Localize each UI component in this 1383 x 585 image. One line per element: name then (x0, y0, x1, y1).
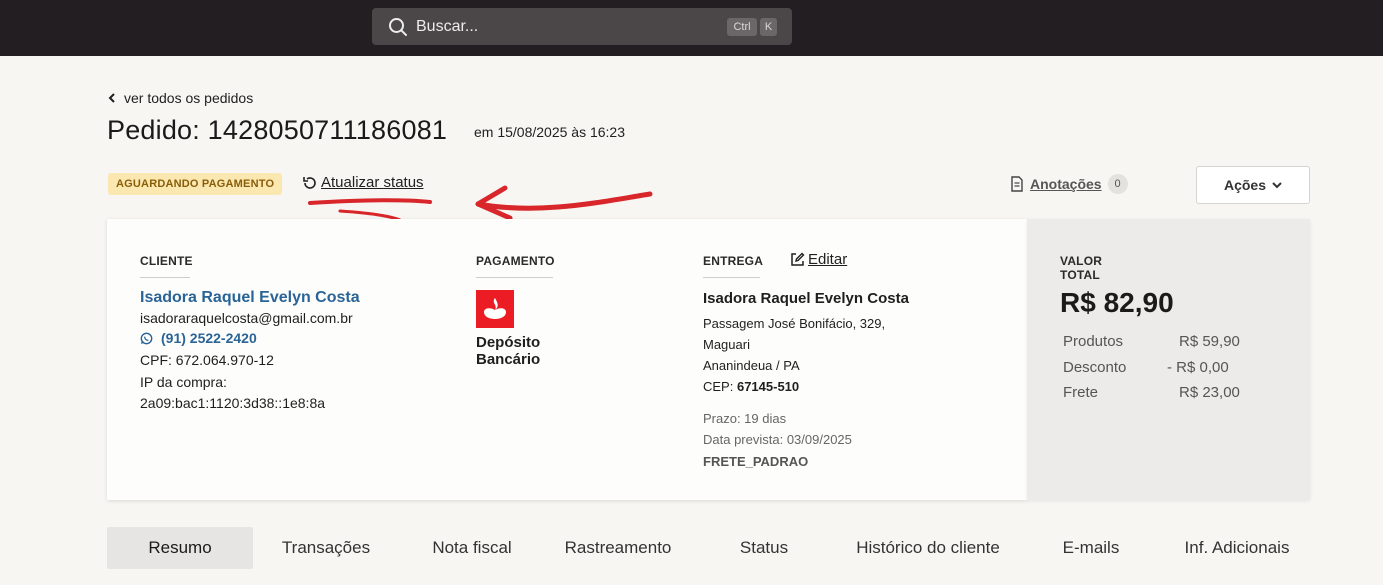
delivery-heading: ENTREGA (703, 254, 763, 278)
actions-dropdown[interactable]: Ações (1196, 166, 1310, 204)
shortcut-key: K (760, 18, 777, 36)
status-badge: AGUARDANDO PAGAMENTO (108, 173, 283, 195)
tab-rastreamento[interactable]: Rastreamento (553, 527, 683, 569)
top-bar: Buscar... Ctrl K (0, 0, 1383, 56)
payment-heading: PAGAMENTO (476, 254, 555, 278)
client-email: isadoraraquelcosta@gmail.com.br (140, 310, 353, 326)
order-date: em 15/08/2025 às 16:23 (474, 124, 626, 140)
total-row-label: Frete (1063, 384, 1099, 401)
edit-delivery-button[interactable]: Editar (790, 251, 847, 268)
total-row-value: - R$ 0,00 (1167, 359, 1229, 376)
delivery-recipient: Isadora Raquel Evelyn Costa (703, 290, 909, 307)
chevron-down-icon (1272, 181, 1282, 188)
client-ip-label: IP da compra: (140, 374, 227, 390)
tab-nota-fiscal[interactable]: Nota fiscal (412, 527, 532, 569)
client-phone-link[interactable]: (91) 2522-2420 (140, 330, 257, 346)
delivery-cep: 67145-510 (736, 379, 800, 394)
delivery-city: Ananindeua / PA (703, 358, 800, 373)
tab-inf-adicionais[interactable]: Inf. Adicionais (1170, 527, 1304, 569)
tab-emails[interactable]: E-mails (1050, 527, 1132, 569)
notes-link[interactable]: Anotações 0 (1010, 174, 1128, 194)
back-label: ver todos os pedidos (124, 90, 254, 106)
total-row-value: R$ 23,00 (1179, 384, 1240, 401)
santander-flame-icon (484, 298, 506, 319)
total-row-label: Produtos (1063, 333, 1124, 350)
notes-count-badge: 0 (1107, 174, 1128, 194)
tab-status[interactable]: Status (724, 527, 804, 569)
search-icon (389, 17, 407, 36)
delivery-address-line2: Maguari (703, 337, 750, 352)
edit-icon (791, 252, 805, 266)
client-name-link[interactable]: Isadora Raquel Evelyn Costa (140, 289, 360, 307)
total-row-value: R$ 59,90 (1179, 333, 1240, 350)
payment-method: Depósito Bancário (476, 334, 596, 368)
notes-label: Anotações (1030, 176, 1102, 192)
delivery-address-line1: Passagem José Bonifácio, 329, (703, 316, 886, 331)
delivery-cep-label: CEP: (703, 379, 734, 394)
total-row-label: Desconto (1063, 359, 1127, 376)
total-value: R$ 82,90 (1060, 287, 1174, 318)
shortcut-ctrl: Ctrl (727, 18, 757, 36)
whatsapp-icon (140, 332, 153, 344)
tab-transacoes[interactable]: Transações (266, 527, 386, 569)
payment-method-line2: Bancário (476, 351, 541, 368)
chevron-left-icon (108, 93, 115, 103)
page-title: Pedido: 1428050711186081 (107, 115, 448, 145)
delivery-expected-date: Data prevista: 03/09/2025 (703, 432, 852, 447)
document-icon (1011, 176, 1023, 192)
delivery-shipping-type: FRETE_PADRAO (703, 454, 809, 469)
santander-logo (476, 290, 514, 328)
payment-method-line1: Depósito (476, 334, 541, 351)
actions-label: Ações (1223, 177, 1267, 193)
client-cpf: CPF: 672.064.970-12 (140, 352, 274, 368)
back-to-orders-link[interactable]: ver todos os pedidos (108, 90, 253, 106)
delivery-deadline: Prazo: 19 dias (703, 411, 787, 426)
search-placeholder: Buscar... (416, 17, 479, 35)
tab-resumo[interactable]: Resumo (107, 527, 253, 569)
client-phone: (91) 2522-2420 (161, 330, 257, 346)
client-heading: CLIENTE (140, 254, 193, 278)
tab-historico-cliente[interactable]: Histórico do cliente (842, 527, 1014, 569)
edit-label: Editar (808, 251, 848, 268)
search-input[interactable]: Buscar... Ctrl K (372, 8, 792, 45)
client-ip: 2a09:bac1:1120:3d38::1e8:8a (140, 395, 326, 411)
delivery-cep-row: CEP: 67145-510 (703, 379, 799, 394)
total-heading: VALOR TOTAL (1060, 254, 1103, 282)
